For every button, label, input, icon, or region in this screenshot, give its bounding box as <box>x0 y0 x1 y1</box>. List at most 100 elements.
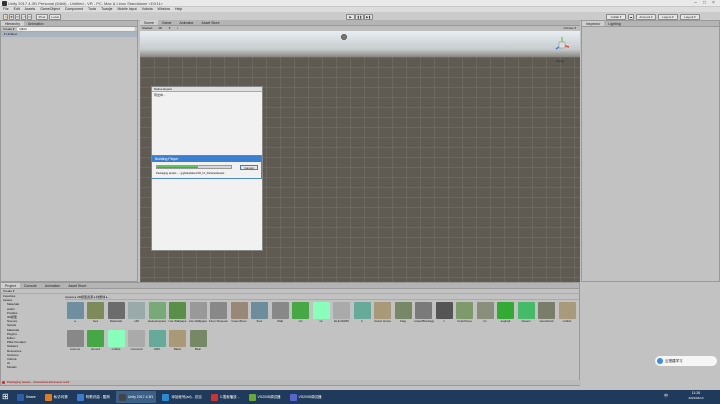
orientation-gizmo-icon[interactable] <box>552 35 572 57</box>
asset-item[interactable]: stiff <box>127 302 147 330</box>
taskbar-item[interactable]: 听歌识曲 - 酷狗 <box>74 391 113 403</box>
asset-thumbnail <box>312 302 330 319</box>
play-icon[interactable]: ▶ <box>346 13 355 20</box>
asset-thumbnail <box>394 302 412 319</box>
asset-item[interactable]: Lite Wallpape <box>188 302 208 330</box>
tab-scene[interactable]: Scene <box>140 20 158 25</box>
asset-thumbnail <box>107 302 125 319</box>
floating-widget[interactable]: 云搭建学习 <box>655 356 717 366</box>
asset-item[interactable]: cobble <box>557 302 577 330</box>
hierarchy-search-input[interactable]: Q▾All <box>17 27 135 31</box>
asset-thumbnail <box>230 302 248 319</box>
scene-root-item[interactable]: ▾ Untitled <box>1 32 137 37</box>
project-create-button[interactable]: Create ▾ <box>3 289 14 293</box>
asset-item[interactable]: Floor Museum <box>209 302 229 330</box>
tab-lighting[interactable]: Lighting <box>604 21 624 26</box>
taskbar-item[interactable]: VS2008调试器 <box>287 391 325 403</box>
tab-animator[interactable]: Animator <box>175 20 197 25</box>
tab-asset-store[interactable]: Asset Store <box>197 20 223 25</box>
clock[interactable]: 11:26 2021/04/13 <box>676 391 716 403</box>
local-button[interactable]: Local <box>49 13 61 20</box>
asset-item[interactable]: Flag <box>393 302 413 330</box>
maximize-icon[interactable]: □ <box>700 0 709 7</box>
asset-item[interactable]: b <box>352 302 372 330</box>
tab-animation[interactable]: Animation <box>24 21 48 26</box>
asset-label: Lite Wallpape <box>168 319 187 323</box>
asset-item[interactable]: ze <box>311 302 331 330</box>
cloud-icon[interactable]: ☁ <box>628 13 634 20</box>
rotate-tool-icon[interactable]: ↻ <box>15 13 20 20</box>
asset-item[interactable]: cobble <box>106 330 126 358</box>
camera-gizmo-icon[interactable] <box>341 34 347 40</box>
rect-tool-icon[interactable]: ▭ <box>27 13 32 20</box>
start-icon[interactable]: ⊞ <box>2 392 10 401</box>
asset-item[interactable]: Heavenspace <box>147 302 167 330</box>
tab-game[interactable]: Game <box>158 20 176 25</box>
ime-indicator[interactable]: 中 <box>664 393 668 399</box>
asset-item[interactable]: asphalt <box>496 302 516 330</box>
taskbar-item[interactable]: 3.搜索播放... <box>208 391 243 403</box>
asset-item[interactable]: xin <box>291 302 311 330</box>
collab-button[interactable]: Collab ▾ <box>606 13 626 20</box>
asset-thumbnail <box>517 302 535 319</box>
asset-item[interactable]: a <box>65 302 85 330</box>
asset-item[interactable]: Grass Grass <box>373 302 393 330</box>
asset-item[interactable]: Lite Wallpape <box>168 302 188 330</box>
create-button[interactable]: Create ▾ <box>3 27 14 31</box>
hand-tool-icon[interactable]: ✋ <box>3 13 8 20</box>
view-label: Persp <box>556 59 564 63</box>
asset-label: ELE.06065 <box>334 319 349 323</box>
asset-item[interactable]: stoneblock <box>537 302 557 330</box>
asset-label: Materials <box>109 319 123 323</box>
asset-item[interactable]: cosmos4 <box>127 330 147 358</box>
tab-asset-store-2[interactable]: Asset Store <box>64 283 90 288</box>
asset-item[interactable]: Materials <box>106 302 126 330</box>
layout-button[interactable]: Layout ▾ <box>680 13 700 20</box>
tab-console[interactable]: Console <box>20 283 41 288</box>
asset-item[interactable]: ColorStone <box>455 302 475 330</box>
asset-item[interactable]: GreenFloor <box>229 302 249 330</box>
build-progress-dialog: Building Player Cancel Packaging assets … <box>151 155 262 179</box>
move-tool-icon[interactable]: ✥ <box>9 13 14 20</box>
taskbar-item[interactable]: Ilmare <box>14 391 39 403</box>
taskbar-item[interactable]: 添加帐号(ad) - 总目 <box>159 391 204 403</box>
cancel-button[interactable]: Cancel <box>240 165 258 170</box>
taskbar-item[interactable]: 私访问第 <box>42 391 71 403</box>
layers-button[interactable]: Layers ▾ <box>658 13 678 20</box>
asset-item[interactable]: c <box>434 302 454 330</box>
tab-hierarchy[interactable]: Hierarchy <box>1 21 24 26</box>
asset-label: tin <box>483 319 487 323</box>
asset-item[interactable]: bed <box>86 302 106 330</box>
asset-item[interactable]: Bear <box>188 330 208 358</box>
taskbar-item[interactable]: VS2008调试器 <box>246 391 284 403</box>
asset-item[interactable]: GRK <box>147 330 167 358</box>
asset-item[interactable]: stone4 <box>86 330 106 358</box>
asset-item[interactable]: Black <box>168 330 188 358</box>
asset-item[interactable]: Wall <box>270 302 290 330</box>
taskbar-item-label: Unity 2017.4.3f1 <box>127 395 154 399</box>
project-tree-item[interactable]: Models <box>3 365 63 369</box>
asset-item[interactable]: floor <box>250 302 270 330</box>
step-icon[interactable]: ▶❚ <box>364 13 373 20</box>
close-icon[interactable]: × <box>709 0 718 7</box>
project-panel: Project Console Animation Asset Store Cr… <box>0 282 581 386</box>
asset-item[interactable]: Desert <box>516 302 536 330</box>
project-breadcrumb[interactable]: Assets ▸ 3D模型资源 ▸ 材质球 ▸ ... <box>65 294 579 300</box>
pause-icon[interactable]: ❚❚ <box>355 13 364 20</box>
asset-item[interactable]: tin <box>475 302 495 330</box>
asset-item[interactable]: cosmos <box>65 330 85 358</box>
tab-inspector[interactable]: Inspector <box>582 21 605 26</box>
account-button[interactable]: Account ▾ <box>636 13 656 20</box>
minimize-icon[interactable]: – <box>691 0 700 7</box>
taskbar-item-label: 3.搜索播放... <box>219 394 240 399</box>
asset-item[interactable]: ELE.06065 <box>332 302 352 330</box>
taskbar-item-label: 添加帐号(ad) - 总目 <box>171 394 202 399</box>
tab-animation-2[interactable]: Animation <box>41 283 65 288</box>
pivot-button[interactable]: Pivot <box>36 13 48 20</box>
tab-project[interactable]: Project <box>1 283 20 288</box>
scale-tool-icon[interactable]: ⤢ <box>21 13 26 20</box>
asset-thumbnail <box>148 302 166 319</box>
taskbar-item[interactable]: Unity 2017.4.3f1 <box>115 391 157 403</box>
status-bar-text: Packaging assets - sharedassets0.assets.… <box>1 380 581 385</box>
asset-item[interactable]: Grass/Blockage <box>414 302 434 330</box>
